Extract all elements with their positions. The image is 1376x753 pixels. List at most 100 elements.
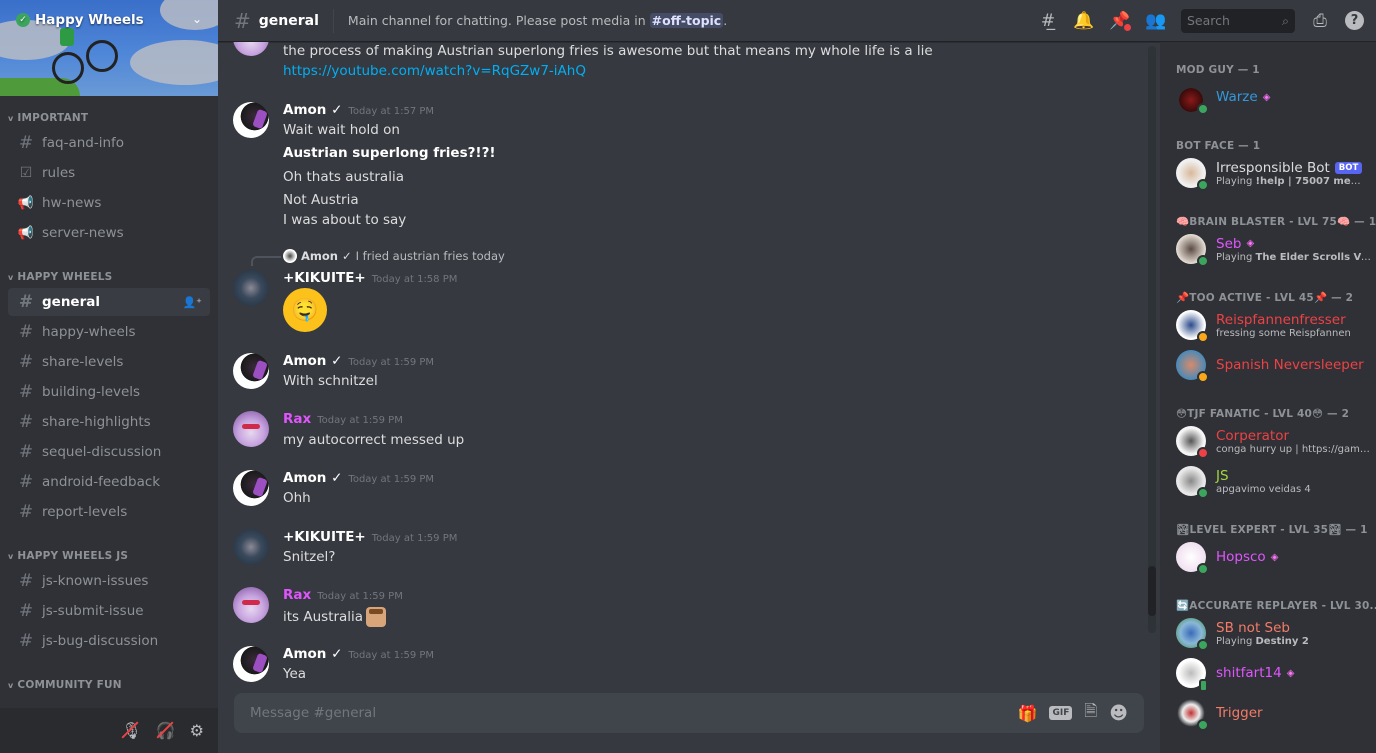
message-author[interactable]: Amon ✓ Today at 1:59 PM <box>283 470 434 486</box>
activity-prefix: Playing <box>1216 635 1256 647</box>
member-item[interactable]: Trigger <box>1160 694 1376 732</box>
reply-reference[interactable]: Amon ✓ I fried austrian fries today <box>283 249 505 263</box>
member-list-icon[interactable]: 👥 <box>1145 11 1167 31</box>
member-item[interactable]: Hopsco ◈ <box>1160 538 1376 576</box>
hash-icon: # <box>18 571 34 591</box>
deafen-headphones-icon[interactable]: 🎧 <box>156 721 176 740</box>
channel-rules[interactable]: ☑ rules <box>8 159 210 187</box>
bell-icon[interactable]: 🔔 <box>1073 11 1095 31</box>
server-banner[interactable]: ✓ Happy Wheels ⌄ <box>0 0 218 96</box>
member-item[interactable]: Irresponsible Bot BOT Playing !help | 750… <box>1160 154 1376 192</box>
message-composer: Message #general 🎁 GIF 🗎 ☻ <box>218 693 1160 753</box>
search-icon: ⌕ <box>1281 12 1289 28</box>
sticker-icon[interactable]: 🗎 <box>1084 700 1097 727</box>
inbox-icon[interactable]: ⎙ <box>1309 11 1331 31</box>
author-name[interactable]: Amon ✓ <box>283 102 342 118</box>
channel-android-feedback[interactable]: # android-feedback <box>8 468 210 496</box>
avatar[interactable] <box>233 102 269 138</box>
member-item[interactable]: shitfart14 ◈ <box>1160 654 1376 692</box>
threads-icon[interactable]: #̲ <box>1037 11 1059 31</box>
bot-badge: BOT <box>1334 161 1363 174</box>
avatar[interactable] <box>233 587 269 623</box>
author-name[interactable]: Amon ✓ <box>283 470 342 486</box>
status-online-icon <box>1197 563 1209 575</box>
channel-server-news[interactable]: 📢 server-news <box>8 219 210 247</box>
channel-happy-wheels[interactable]: # happy-wheels <box>8 318 210 346</box>
channel-sequel-discussion[interactable]: # sequel-discussion <box>8 438 210 466</box>
message-text: its Australia <box>283 607 387 627</box>
gif-button[interactable]: GIF <box>1049 706 1073 720</box>
gift-icon[interactable]: 🎁 <box>1018 704 1038 723</box>
settings-gear-icon[interactable]: ⚙ <box>190 721 204 740</box>
category-happy-wheels-js[interactable]: v HAPPY WHEELS JS <box>0 546 218 566</box>
avatar[interactable] <box>233 529 269 565</box>
pin-icon[interactable]: 📌 <box>1109 11 1131 31</box>
hash-icon: # <box>18 442 34 462</box>
message-text: With schnitzel <box>283 373 378 389</box>
custom-face-emoji <box>366 607 387 627</box>
member-item[interactable]: Seb ◈ Playing The Elder Scrolls V: Sk... <box>1160 230 1376 268</box>
member-item[interactable]: Spanish Neversleeper <box>1160 346 1376 384</box>
mute-mic-icon[interactable]: 🎙 <box>121 721 141 740</box>
scrollbar-thumb[interactable] <box>1148 566 1156 616</box>
server-name[interactable]: ✓ Happy Wheels <box>16 12 144 28</box>
author-name[interactable]: Rax <box>283 587 311 603</box>
create-invite-icon[interactable]: 👤⁺ <box>182 296 202 309</box>
channel-label: share-levels <box>42 354 124 370</box>
message-author[interactable]: Rax Today at 1:59 PM <box>283 587 403 603</box>
message-input[interactable]: Message #general 🎁 GIF 🗎 ☻ <box>234 693 1144 733</box>
member-activity: Playing Destiny 2 <box>1216 636 1309 647</box>
chevron-down-icon[interactable]: ⌄ <box>192 12 202 26</box>
channel-js-bug-discussion[interactable]: # js-bug-discussion <box>8 627 210 655</box>
chat-scrollbar[interactable] <box>1148 46 1156 633</box>
avatar[interactable] <box>233 411 269 447</box>
category-community-fun[interactable]: v COMMUNITY FUN <box>0 675 218 695</box>
message-author[interactable]: Rax Today at 1:59 PM <box>283 411 403 427</box>
channel-js-submit-issue[interactable]: # js-submit-issue <box>8 597 210 625</box>
member-item[interactable]: JS apgavimo veidas 4 <box>1160 462 1376 500</box>
member-item[interactable]: SB not Seb Playing Destiny 2 <box>1160 614 1376 652</box>
channel-share-highlights[interactable]: # share-highlights <box>8 408 210 436</box>
message-text: Wait wait hold on <box>283 122 400 138</box>
member-item[interactable]: Corperator conga hurry up | https://game… <box>1160 422 1376 460</box>
message-author[interactable]: +KIKUITE+ Today at 1:59 PM <box>283 529 457 545</box>
member-name-text: Corperator <box>1216 427 1290 444</box>
author-name[interactable]: Amon ✓ <box>283 646 342 662</box>
search-input[interactable]: Search ⌕ <box>1181 8 1295 33</box>
emoji-icon[interactable]: ☻ <box>1109 703 1128 724</box>
message-author[interactable]: +KIKUITE+ Today at 1:58 PM <box>283 270 457 286</box>
channel-js-known-issues[interactable]: # js-known-issues <box>8 567 210 595</box>
message-author[interactable]: Amon ✓ Today at 1:59 PM <box>283 646 434 662</box>
channel-hw-news[interactable]: 📢 hw-news <box>8 189 210 217</box>
author-name[interactable]: +KIKUITE+ <box>283 270 366 286</box>
status-dnd-icon <box>1197 447 1209 459</box>
channel-faq-and-info[interactable]: # faq-and-info <box>8 129 210 157</box>
message-author[interactable]: Amon ✓ Today at 1:59 PM <box>283 353 434 369</box>
avatar[interactable] <box>233 470 269 506</box>
member-item[interactable]: Reispfannenfresser fressing some Reispfa… <box>1160 306 1376 344</box>
category-important[interactable]: v IMPORTANT <box>0 108 218 128</box>
member-name: SB not Seb <box>1216 620 1309 636</box>
member-name-text: Reispfannenfresser <box>1216 311 1346 328</box>
avatar[interactable] <box>233 646 269 682</box>
channel-building-levels[interactable]: # building-levels <box>8 378 210 406</box>
channel-share-levels[interactable]: # share-levels <box>8 348 210 376</box>
channel-label: android-feedback <box>42 474 161 490</box>
message-link[interactable]: https://youtube.com/watch?v=RqGZw7-iAhQ <box>283 63 586 79</box>
channel-mention-link[interactable]: #off-topic <box>649 13 724 28</box>
member-name-text: Warze <box>1216 89 1258 105</box>
channel-report-levels[interactable]: # report-levels <box>8 498 210 526</box>
author-name[interactable]: Amon ✓ <box>283 353 342 369</box>
message-author[interactable]: Amon ✓ Today at 1:57 PM <box>283 102 434 118</box>
avatar[interactable] <box>233 353 269 389</box>
avatar[interactable] <box>233 42 269 56</box>
channel-sidebar: ✓ Happy Wheels ⌄ v IMPORTANT # faq-and-inf… <box>0 0 218 753</box>
reply-spine <box>251 256 281 266</box>
help-icon[interactable]: ? <box>1345 11 1364 30</box>
channel-general[interactable]: # general 👤⁺ <box>8 288 210 316</box>
member-item[interactable]: Warze ◈ <box>1160 78 1376 116</box>
author-name[interactable]: +KIKUITE+ <box>283 529 366 545</box>
avatar[interactable] <box>233 270 269 306</box>
author-name[interactable]: Rax <box>283 411 311 427</box>
category-happy-wheels[interactable]: v HAPPY WHEELS <box>0 267 218 287</box>
